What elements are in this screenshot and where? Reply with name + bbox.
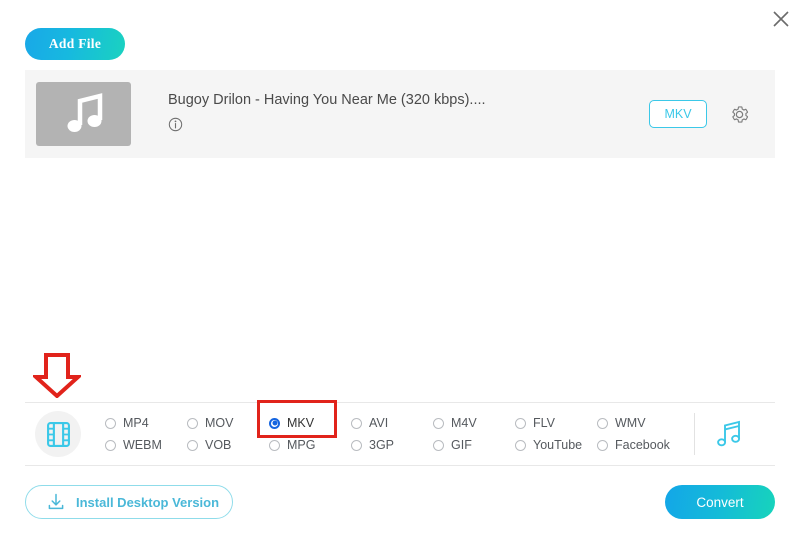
format-label: AVI bbox=[369, 416, 388, 430]
file-name-label: Bugoy Drilon - Having You Near Me (320 k… bbox=[168, 92, 649, 108]
close-window-button[interactable] bbox=[764, 2, 798, 36]
format-label: GIF bbox=[451, 438, 472, 452]
music-note-icon bbox=[714, 420, 744, 448]
radio-gif[interactable] bbox=[433, 440, 444, 451]
info-circle-icon[interactable] bbox=[168, 117, 183, 132]
annotation-arrow-down bbox=[33, 353, 81, 398]
radio-wmv[interactable] bbox=[597, 418, 608, 429]
install-desktop-version-label: Install Desktop Version bbox=[76, 495, 219, 510]
format-label: WEBM bbox=[123, 438, 162, 452]
format-option-flv[interactable]: FLV bbox=[515, 412, 597, 434]
radio-vob[interactable] bbox=[187, 440, 198, 451]
media-type-video-button[interactable] bbox=[35, 411, 81, 457]
format-option-mov[interactable]: MOV bbox=[187, 412, 269, 434]
radio-3gp[interactable] bbox=[351, 440, 362, 451]
format-label: Facebook bbox=[615, 438, 670, 452]
format-option-facebook[interactable]: Facebook bbox=[597, 434, 679, 456]
format-option-gif[interactable]: GIF bbox=[433, 434, 515, 456]
gear-icon bbox=[729, 104, 750, 125]
vertical-divider bbox=[694, 413, 695, 455]
radio-m4v[interactable] bbox=[433, 418, 444, 429]
radio-mov[interactable] bbox=[187, 418, 198, 429]
format-label: MKV bbox=[287, 416, 314, 430]
film-strip-icon bbox=[45, 421, 72, 448]
format-label: M4V bbox=[451, 416, 477, 430]
format-option-mkv[interactable]: MKV bbox=[269, 412, 351, 434]
format-option-webm[interactable]: WEBM bbox=[105, 434, 187, 456]
row-output-format-button[interactable]: MKV bbox=[649, 100, 707, 128]
format-label: WMV bbox=[615, 416, 646, 430]
radio-flv[interactable] bbox=[515, 418, 526, 429]
format-option-youtube[interactable]: YouTube bbox=[515, 434, 597, 456]
install-desktop-version-button[interactable]: Install Desktop Version bbox=[25, 485, 233, 519]
format-option-vob[interactable]: VOB bbox=[187, 434, 269, 456]
radio-mkv[interactable] bbox=[269, 418, 280, 429]
format-label: FLV bbox=[533, 416, 555, 430]
radio-mp4[interactable] bbox=[105, 418, 116, 429]
format-label: MP4 bbox=[123, 416, 149, 430]
format-option-mpg[interactable]: MPG bbox=[269, 434, 351, 456]
file-thumbnail bbox=[36, 82, 131, 146]
close-icon bbox=[772, 10, 790, 28]
add-file-button[interactable]: Add File bbox=[25, 28, 125, 60]
radio-facebook[interactable] bbox=[597, 440, 608, 451]
row-settings-button[interactable] bbox=[727, 102, 751, 126]
format-option-3gp[interactable]: 3GP bbox=[351, 434, 433, 456]
format-label: MOV bbox=[205, 416, 233, 430]
format-option-mp4[interactable]: MP4 bbox=[105, 412, 187, 434]
download-icon bbox=[46, 492, 66, 512]
format-option-avi[interactable]: AVI bbox=[351, 412, 433, 434]
output-format-selector: MP4 MOV MKV AVI M4V FLV WMV WEBM VOB MPG 3GP GIF You… bbox=[25, 402, 775, 466]
radio-webm[interactable] bbox=[105, 440, 116, 451]
format-option-m4v[interactable]: M4V bbox=[433, 412, 515, 434]
radio-youtube[interactable] bbox=[515, 440, 526, 451]
convert-button[interactable]: Convert bbox=[665, 485, 775, 519]
format-label: MPG bbox=[287, 438, 315, 452]
format-option-wmv[interactable]: WMV bbox=[597, 412, 679, 434]
radio-avi[interactable] bbox=[351, 418, 362, 429]
radio-mpg[interactable] bbox=[269, 440, 280, 451]
format-radio-grid: MP4 MOV MKV AVI M4V FLV WMV WEBM VOB MPG 3GP GIF You… bbox=[105, 412, 694, 456]
format-label: 3GP bbox=[369, 438, 394, 452]
file-list-row: Bugoy Drilon - Having You Near Me (320 k… bbox=[25, 70, 775, 158]
format-label: VOB bbox=[205, 438, 231, 452]
format-label: YouTube bbox=[533, 438, 582, 452]
music-note-icon bbox=[64, 93, 104, 135]
file-info: Bugoy Drilon - Having You Near Me (320 k… bbox=[168, 92, 649, 137]
media-type-audio-button[interactable] bbox=[709, 414, 749, 454]
